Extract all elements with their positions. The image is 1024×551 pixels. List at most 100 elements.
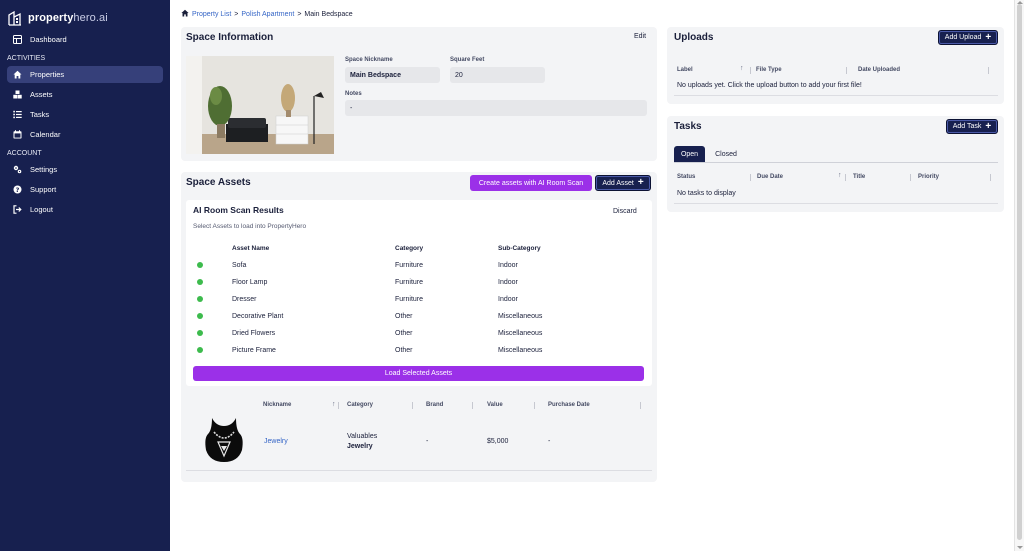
column-separator xyxy=(988,67,989,74)
column-separator xyxy=(412,402,413,409)
breadcrumb-separator: > xyxy=(297,10,302,18)
column-header-priority[interactable]: Priority xyxy=(918,174,939,180)
sidebar-item-label: Logout xyxy=(30,205,53,214)
ai-room-scan-button[interactable]: Create assets with AI Room Scan xyxy=(470,175,592,191)
jewelry-image xyxy=(202,416,246,464)
card-title: Space Assets xyxy=(186,177,251,188)
breadcrumb-apartment[interactable]: Polish Apartment xyxy=(241,11,294,18)
column-separator xyxy=(534,402,535,409)
asset-category: Valuables xyxy=(347,433,378,440)
column-header-category[interactable]: Category xyxy=(347,402,373,408)
sidebar-item-logout[interactable]: Logout xyxy=(7,201,163,218)
square-feet-field[interactable]: 20 xyxy=(450,67,545,83)
column-header-purchase-date[interactable]: Purchase Date xyxy=(548,402,590,408)
settings-icon xyxy=(13,165,22,174)
add-asset-button[interactable]: Add Asset + xyxy=(595,175,651,191)
column-header-value[interactable]: Value xyxy=(487,402,503,408)
tab-open[interactable]: Open xyxy=(674,146,705,162)
discard-button[interactable]: Discard xyxy=(613,208,637,215)
sidebar-item-dashboard[interactable]: Dashboard xyxy=(7,31,163,48)
card-title: Tasks xyxy=(674,121,702,132)
sidebar-item-assets[interactable]: Assets xyxy=(7,86,163,103)
column-separator xyxy=(846,67,847,74)
notes-field[interactable]: - xyxy=(345,100,647,116)
home-icon[interactable] xyxy=(181,9,189,19)
plus-icon: + xyxy=(985,120,992,132)
sidebar-item-calendar[interactable]: Calendar xyxy=(7,126,163,143)
asset-sub-category: Indoor xyxy=(498,262,518,269)
tab-closed[interactable]: Closed xyxy=(709,146,743,162)
square-feet-label: Square Feet xyxy=(450,57,485,63)
column-separator xyxy=(845,174,846,181)
selected-status-dot[interactable] xyxy=(197,279,203,285)
uploads-empty-message: No uploads yet. Click the upload button … xyxy=(677,82,862,89)
sidebar-item-properties[interactable]: Properties xyxy=(7,66,163,83)
breadcrumb-property-list[interactable]: Property List xyxy=(192,11,231,18)
space-photo xyxy=(186,56,334,154)
add-upload-button[interactable]: Add Upload + xyxy=(938,30,998,45)
asset-name: Floor Lamp xyxy=(232,279,268,286)
nickname-field[interactable]: Main Bedspace xyxy=(345,67,440,83)
column-header-date-uploaded[interactable]: Date Uploaded xyxy=(858,67,900,73)
brand-logo[interactable]: propertyhero.ai xyxy=(0,0,170,28)
space-information-card: Space Information Edit Space Nickname Ma… xyxy=(181,27,657,161)
edit-button[interactable]: Edit xyxy=(634,33,646,40)
selected-status-dot[interactable] xyxy=(197,313,203,319)
column-separator xyxy=(910,174,911,181)
asset-nickname-link[interactable]: Jewelry xyxy=(264,438,288,445)
column-header-title[interactable]: Title xyxy=(853,174,865,180)
svg-text:?: ? xyxy=(16,186,20,194)
sidebar-item-support[interactable]: ? Support xyxy=(7,181,163,198)
column-separator xyxy=(990,174,991,181)
column-header-due-date[interactable]: Due Date xyxy=(757,174,783,180)
scan-results-subtitle: Select Assets to load into PropertyHero xyxy=(193,223,307,230)
sort-asc-icon[interactable]: ↑ xyxy=(332,401,336,408)
sort-asc-icon[interactable]: ↑ xyxy=(838,172,842,179)
sidebar-item-label: Tasks xyxy=(30,110,50,119)
column-header-nickname[interactable]: Nickname xyxy=(263,402,291,408)
square-feet-value: 20 xyxy=(455,71,463,79)
asset-category: Furniture xyxy=(395,262,424,269)
logout-icon xyxy=(13,205,22,214)
scrollbar-thumb[interactable] xyxy=(1017,4,1022,540)
button-label: Add Upload xyxy=(944,34,982,41)
section-label-activities: ACTIVITIES xyxy=(7,55,46,62)
asset-category: Other xyxy=(395,313,413,320)
main-content: Property List > Polish Apartment > Main … xyxy=(170,0,1014,551)
column-header-file-type[interactable]: File Type xyxy=(756,67,782,73)
button-label: Load Selected Assets xyxy=(384,370,453,377)
selected-status-dot[interactable] xyxy=(197,347,203,353)
tasks-empty-message: No tasks to display xyxy=(677,190,736,197)
column-header-brand[interactable]: Brand xyxy=(426,402,443,408)
row-divider xyxy=(186,470,652,471)
selected-status-dot[interactable] xyxy=(197,262,203,268)
button-label: Add Task xyxy=(952,123,982,130)
breadcrumb: Property List > Polish Apartment > Main … xyxy=(181,9,353,19)
asset-purchase-date: - xyxy=(548,438,551,445)
breadcrumb-current: Main Bedspace xyxy=(304,10,353,18)
column-header-label[interactable]: Label xyxy=(677,67,693,73)
load-selected-assets-button[interactable]: Load Selected Assets xyxy=(193,366,644,381)
notes-label: Notes xyxy=(345,91,362,97)
tasks-icon xyxy=(13,110,22,119)
selected-status-dot[interactable] xyxy=(197,330,203,336)
plus-icon: + xyxy=(637,177,644,188)
sidebar-item-label: Dashboard xyxy=(30,35,67,44)
sidebar-item-settings[interactable]: Settings xyxy=(7,161,163,178)
assets-icon xyxy=(13,90,22,99)
sidebar-item-tasks[interactable]: Tasks xyxy=(7,106,163,123)
breadcrumb-separator: > xyxy=(234,10,239,18)
section-label-account: ACCOUNT xyxy=(7,150,42,157)
asset-name: Picture Frame xyxy=(232,347,276,354)
sort-asc-icon[interactable]: ↑ xyxy=(740,65,744,72)
add-task-button[interactable]: Add Task + xyxy=(946,119,998,134)
page-scrollbar[interactable] xyxy=(1014,0,1024,551)
scroll-down-arrow-icon[interactable] xyxy=(1017,546,1023,549)
sidebar: propertyhero.ai Dashboard ACTIVITIES Pro… xyxy=(0,0,170,551)
calendar-icon xyxy=(13,130,22,139)
selected-status-dot[interactable] xyxy=(197,296,203,302)
asset-category: Furniture xyxy=(395,296,424,303)
scan-results-title: AI Room Scan Results xyxy=(193,205,284,215)
asset-category: Other xyxy=(395,347,413,354)
column-header-status[interactable]: Status xyxy=(677,174,695,180)
